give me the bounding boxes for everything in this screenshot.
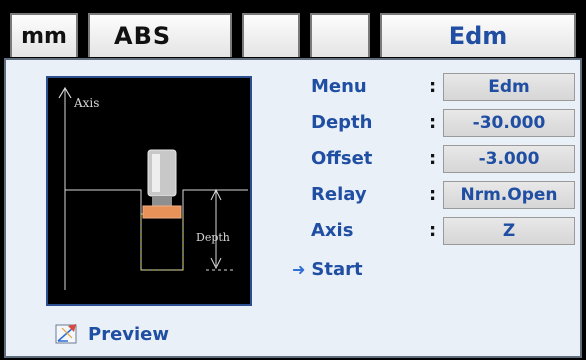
param-colon: :	[429, 148, 437, 169]
electrode-highlight	[152, 154, 160, 192]
param-colon: :	[429, 184, 437, 205]
axis-value-field[interactable]: Z	[443, 217, 575, 245]
relay-value-field[interactable]: Nrm.Open	[443, 181, 575, 209]
preview-label: Preview	[88, 323, 170, 345]
preview-icon	[55, 324, 77, 344]
start-button[interactable]: ➜ Start	[292, 256, 363, 282]
edm-diagram-svg: Axis Depth	[58, 86, 248, 290]
preview-button[interactable]: Preview	[54, 320, 169, 348]
param-label-axis: Axis	[311, 220, 354, 241]
depth-label: Depth	[196, 231, 230, 244]
header-bar: mm ABS Edm	[0, 0, 586, 60]
param-label-relay: Relay	[311, 184, 367, 205]
electrode-neck	[152, 196, 172, 206]
tab-mode-label: ABS	[114, 22, 172, 50]
param-colon: :	[429, 76, 437, 97]
param-label-offset: Offset	[311, 148, 373, 169]
depth-value-field[interactable]: -30.000	[443, 109, 575, 137]
tab-unit[interactable]: mm	[10, 13, 78, 57]
tab-coordinate-mode[interactable]: ABS	[88, 13, 232, 57]
arrow-right-icon: ➜	[292, 259, 306, 279]
edm-diagram: Axis Depth	[46, 76, 252, 306]
axis-label: Axis	[73, 96, 99, 110]
tab-empty-1[interactable]	[242, 13, 300, 57]
param-colon: :	[429, 220, 437, 241]
start-label: Start	[311, 258, 363, 280]
menu-value-field[interactable]: Edm	[443, 73, 575, 101]
edm-screen: mm ABS Edm Axis Depth Menu: Edm Depth:…	[0, 0, 586, 360]
electrode-tip	[142, 205, 182, 219]
offset-value-field[interactable]: -3.000	[443, 145, 575, 173]
tab-title-label: Edm	[448, 22, 508, 50]
main-panel: Axis Depth Menu : Edm Depth: -30.000 Of…	[4, 58, 582, 358]
burn-hole-outline	[140, 213, 184, 271]
param-label-depth: Depth	[311, 112, 373, 133]
tab-empty-2[interactable]	[310, 13, 370, 57]
tab-unit-label: mm	[21, 23, 67, 49]
tab-function-title[interactable]: Edm	[380, 13, 576, 57]
param-label-menu: Menu	[311, 76, 367, 97]
param-colon: :	[429, 112, 437, 133]
